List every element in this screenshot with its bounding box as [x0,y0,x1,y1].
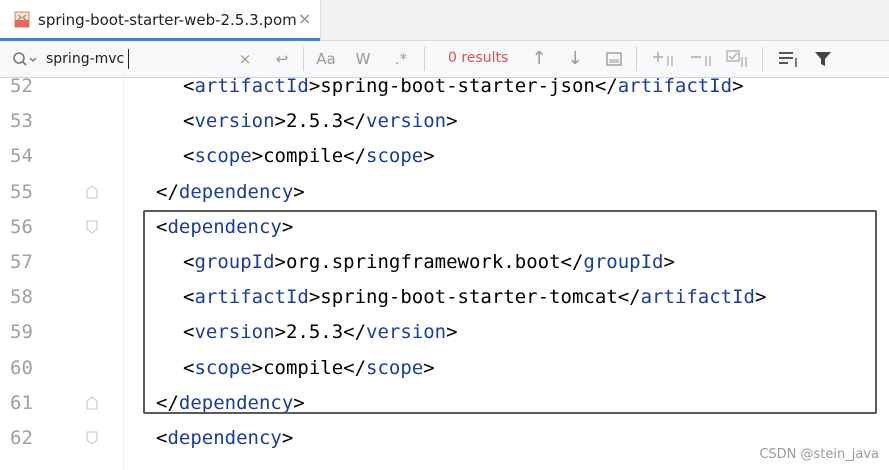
code-editor[interactable]: 52 53 54 55 56 57 58 59 60 61 62 <artifactId>sprin… [0,75,889,470]
xml-text: >2.5.3</ [274,110,367,133]
previous-occurrence-icon[interactable]: ↑ [528,48,550,70]
line-number: 61 [10,391,33,414]
separator [762,47,763,71]
xml-text: > [732,75,744,97]
code-line[interactable]: </dependency> [156,180,305,204]
remove-occurrence-icon[interactable] [690,50,714,68]
line-number: 59 [10,321,33,344]
match-case-toggle[interactable]: Aa [313,48,339,70]
maven-file-icon [14,11,30,28]
search-results-count: 0 results [448,50,509,66]
xml-text: >compile</ [251,145,367,168]
regex-toggle[interactable]: .* [390,48,412,70]
xml-text: >spring-boot-starter-json</ [308,75,618,97]
line-number: 57 [10,251,33,273]
line-number-gutter: 52 53 54 55 56 57 58 59 60 61 62 [0,75,124,470]
xml-tag-name: dependency [167,427,282,449]
line-number: 52 [10,75,33,97]
close-icon[interactable]: × [298,9,311,28]
watermark: CSDN @stein_java [759,447,879,462]
xml-text: > [423,145,435,168]
xml-tag-name: artifactId [617,75,733,97]
editor-tab-bar: spring-boot-starter-web-2.5.3.pom × [0,0,889,41]
xml-text: < [183,145,195,168]
search-input[interactable] [46,49,236,69]
separator [424,47,425,71]
xml-tag-name: artifactId [194,75,309,97]
xml-text: > [446,110,458,133]
fold-end-icon[interactable] [86,396,98,410]
xml-tag-name: scope [366,145,424,168]
highlight-box [143,210,877,414]
xml-tag-name: scope [194,145,252,168]
line-number: 56 [10,215,33,238]
code-line[interactable]: <dependency> [156,426,293,450]
xml-text: </ [156,180,179,203]
find-bar: × ↩ Aa W .* 0 results ↑ ↓ [0,41,889,78]
fold-end-icon[interactable] [86,184,98,199]
add-occurrence-icon[interactable] [652,50,676,68]
xml-tag-name: version [366,110,447,133]
line-number: 55 [10,180,33,203]
separator [303,47,304,71]
line-number: 54 [10,145,33,168]
xml-text: < [156,427,168,449]
text-caret [128,49,129,69]
toggle-all-occurrences-icon[interactable] [726,49,750,69]
multiline-icon[interactable] [778,50,800,68]
select-all-occurrences-icon[interactable] [605,51,623,67]
separator [636,47,637,71]
next-occurrence-icon[interactable]: ↓ [564,48,586,70]
code-line[interactable]: <version>2.5.3</version> [183,109,458,133]
xml-tag-name: dependency [178,180,294,203]
xml-text: > [293,180,305,203]
tab-title: spring-boot-starter-web-2.5.3.pom [38,11,297,29]
fold-start-icon[interactable] [86,220,98,234]
line-number: 58 [10,286,33,309]
line-number: 60 [10,356,33,379]
code-line[interactable]: <scope>compile</scope> [183,144,435,168]
search-icon[interactable] [12,51,38,69]
filter-icon[interactable] [814,50,832,68]
xml-tag-name: version [194,110,275,133]
code-line[interactable]: <artifactId>spring-boot-starter-json</ar… [183,74,744,98]
clear-search-icon[interactable]: × [236,48,254,70]
xml-text: > [281,427,294,449]
xml-text: < [183,75,195,97]
new-line-icon[interactable]: ↩ [272,48,292,70]
xml-text: < [183,110,195,133]
tab-pom-file[interactable]: spring-boot-starter-web-2.5.3.pom × [0,0,321,41]
line-number: 62 [10,427,33,449]
words-toggle[interactable]: W [352,48,374,70]
line-number: 53 [10,110,33,133]
fold-start-icon[interactable] [86,431,98,445]
